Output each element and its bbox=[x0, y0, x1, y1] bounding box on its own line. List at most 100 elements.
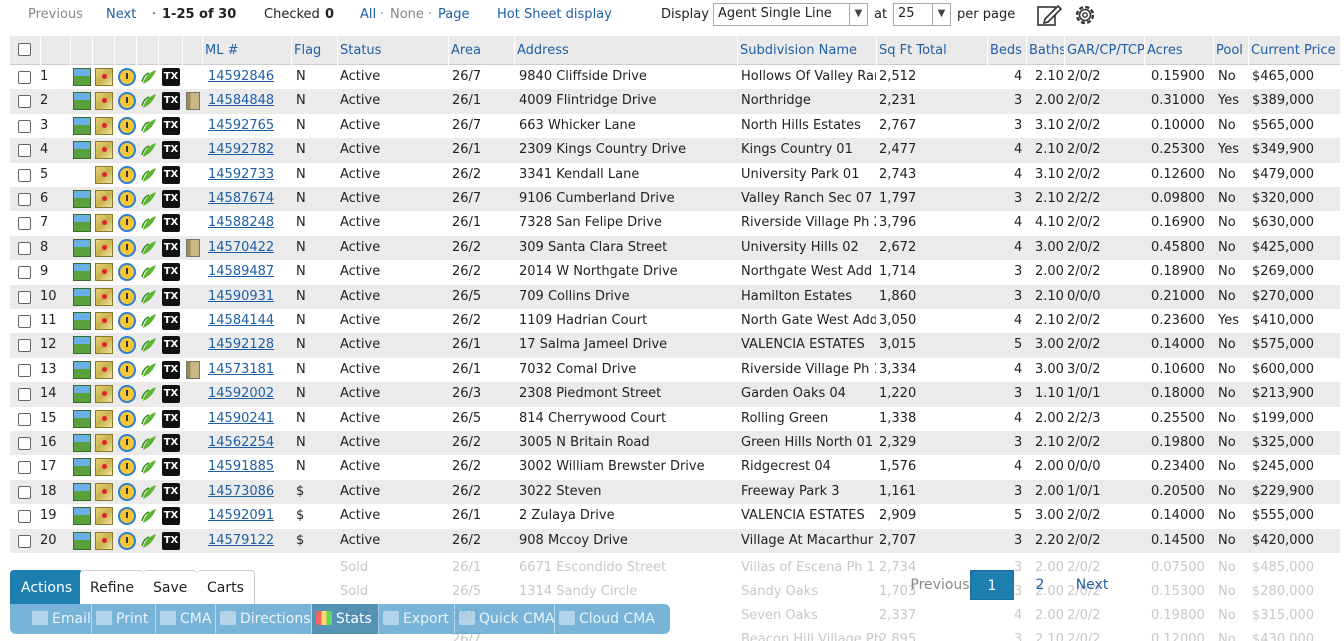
green-leaf-icon[interactable] bbox=[140, 263, 158, 281]
history-clock-icon[interactable] bbox=[118, 238, 136, 257]
history-clock-icon[interactable] bbox=[118, 287, 136, 306]
map-icon[interactable] bbox=[95, 287, 113, 306]
ml-number-link[interactable]: 14590241 bbox=[208, 407, 274, 431]
row-checkbox[interactable] bbox=[18, 71, 31, 84]
row-checkbox[interactable] bbox=[18, 119, 31, 133]
tab-actions[interactable]: Actions bbox=[10, 570, 84, 604]
map-icon[interactable] bbox=[95, 141, 113, 160]
tax-icon[interactable]: TX bbox=[162, 141, 180, 160]
history-clock-icon[interactable] bbox=[118, 141, 136, 160]
ml-number-link[interactable]: 14588248 bbox=[208, 211, 274, 235]
ml-number-link[interactable]: 14592782 bbox=[208, 138, 274, 162]
green-leaf-icon[interactable] bbox=[140, 458, 158, 476]
tax-icon[interactable]: TX bbox=[162, 531, 180, 550]
photo-icon[interactable] bbox=[73, 238, 91, 257]
column-header-baths[interactable]: Baths bbox=[1026, 36, 1064, 65]
photo-icon[interactable] bbox=[73, 92, 91, 111]
select-none-link[interactable]: None bbox=[390, 7, 424, 22]
history-clock-icon[interactable] bbox=[118, 434, 136, 452]
map-icon[interactable] bbox=[95, 385, 113, 404]
ml-number-link[interactable]: 14592091 bbox=[208, 504, 274, 528]
next-link[interactable]: Next bbox=[106, 7, 136, 22]
column-header-ml[interactable]: ML # bbox=[202, 36, 291, 65]
hot-sheet-link[interactable]: Hot Sheet display bbox=[497, 7, 612, 22]
cloud-cma-button[interactable]: Cloud CMA bbox=[555, 604, 665, 634]
select-page-link[interactable]: Page bbox=[438, 7, 469, 22]
map-icon[interactable] bbox=[95, 165, 113, 184]
row-checkbox[interactable] bbox=[18, 315, 31, 328]
green-leaf-icon[interactable] bbox=[140, 532, 158, 550]
history-clock-icon[interactable] bbox=[118, 92, 136, 111]
column-header-subdivision[interactable]: Subdivision Name bbox=[737, 36, 876, 65]
row-checkbox[interactable] bbox=[18, 266, 31, 280]
green-leaf-icon[interactable] bbox=[140, 483, 158, 501]
ml-number-link[interactable]: 14573086 bbox=[208, 480, 274, 504]
history-clock-icon[interactable] bbox=[118, 116, 136, 135]
row-checkbox[interactable] bbox=[18, 437, 31, 450]
tax-icon[interactable]: TX bbox=[162, 458, 180, 477]
gear-icon[interactable] bbox=[1072, 2, 1098, 28]
green-leaf-icon[interactable] bbox=[140, 507, 158, 525]
map-icon[interactable] bbox=[95, 409, 113, 428]
history-clock-icon[interactable] bbox=[118, 214, 136, 233]
tax-icon[interactable]: TX bbox=[162, 434, 180, 452]
map-icon[interactable] bbox=[95, 458, 113, 477]
column-header-acres[interactable]: Acres bbox=[1144, 36, 1213, 65]
map-icon[interactable] bbox=[95, 482, 113, 501]
tab-refine[interactable]: Refine bbox=[80, 570, 145, 604]
tax-icon[interactable]: TX bbox=[162, 360, 180, 379]
map-icon[interactable] bbox=[95, 190, 113, 208]
document-icon[interactable] bbox=[186, 238, 200, 257]
ml-number-link[interactable]: 14591885 bbox=[208, 455, 274, 479]
green-leaf-icon[interactable] bbox=[140, 361, 158, 379]
map-icon[interactable] bbox=[95, 263, 113, 282]
green-leaf-icon[interactable] bbox=[140, 434, 158, 452]
green-leaf-icon[interactable] bbox=[140, 385, 158, 403]
green-leaf-icon[interactable] bbox=[140, 312, 158, 330]
tax-icon[interactable]: TX bbox=[162, 214, 180, 233]
column-header-beds[interactable]: Beds bbox=[987, 36, 1026, 65]
stats-button[interactable]: Stats bbox=[312, 604, 379, 634]
map-icon[interactable] bbox=[95, 336, 113, 355]
map-icon[interactable] bbox=[95, 360, 113, 379]
row-checkbox[interactable] bbox=[18, 363, 31, 377]
tax-icon[interactable]: TX bbox=[162, 336, 180, 355]
directions-button[interactable]: Directions bbox=[216, 604, 312, 634]
photo-icon[interactable] bbox=[73, 263, 91, 282]
column-header-status[interactable]: Status bbox=[337, 36, 448, 65]
history-clock-icon[interactable] bbox=[118, 482, 136, 501]
ml-number-link[interactable]: 14587674 bbox=[208, 187, 274, 211]
ml-number-link[interactable]: 14589487 bbox=[208, 260, 274, 284]
tax-icon[interactable]: TX bbox=[162, 238, 180, 257]
ml-number-link[interactable]: 14592846 bbox=[208, 65, 274, 89]
photo-icon[interactable] bbox=[73, 190, 91, 208]
green-leaf-icon[interactable] bbox=[140, 239, 158, 257]
tax-icon[interactable]: TX bbox=[162, 116, 180, 135]
previous-link[interactable]: Previous bbox=[28, 7, 83, 22]
column-header-address[interactable]: Address bbox=[514, 36, 737, 65]
ml-number-link[interactable]: 14570422 bbox=[208, 236, 274, 260]
green-leaf-icon[interactable] bbox=[140, 288, 158, 306]
tax-icon[interactable]: TX bbox=[162, 385, 180, 404]
photo-icon[interactable] bbox=[73, 116, 91, 135]
history-clock-icon[interactable] bbox=[118, 409, 136, 428]
history-clock-icon[interactable] bbox=[118, 165, 136, 184]
row-checkbox[interactable] bbox=[18, 168, 31, 182]
tax-icon[interactable]: TX bbox=[162, 287, 180, 306]
map-icon[interactable] bbox=[95, 507, 113, 526]
green-leaf-icon[interactable] bbox=[140, 166, 158, 184]
row-checkbox[interactable] bbox=[18, 412, 31, 426]
ml-number-link[interactable]: 14584848 bbox=[208, 89, 274, 113]
column-header-pool[interactable]: Pool bbox=[1213, 36, 1248, 65]
photo-icon[interactable] bbox=[73, 385, 91, 404]
ml-number-link[interactable]: 14573181 bbox=[208, 358, 274, 382]
photo-icon[interactable] bbox=[73, 409, 91, 428]
tab-save[interactable]: Save bbox=[143, 570, 198, 604]
row-checkbox[interactable] bbox=[18, 217, 31, 231]
map-icon[interactable] bbox=[95, 434, 113, 452]
column-header-price[interactable]: Current Price bbox=[1248, 36, 1340, 65]
green-leaf-icon[interactable] bbox=[140, 92, 158, 110]
row-checkbox[interactable] bbox=[18, 144, 31, 158]
history-clock-icon[interactable] bbox=[118, 507, 136, 526]
edit-icon[interactable] bbox=[1036, 2, 1062, 28]
